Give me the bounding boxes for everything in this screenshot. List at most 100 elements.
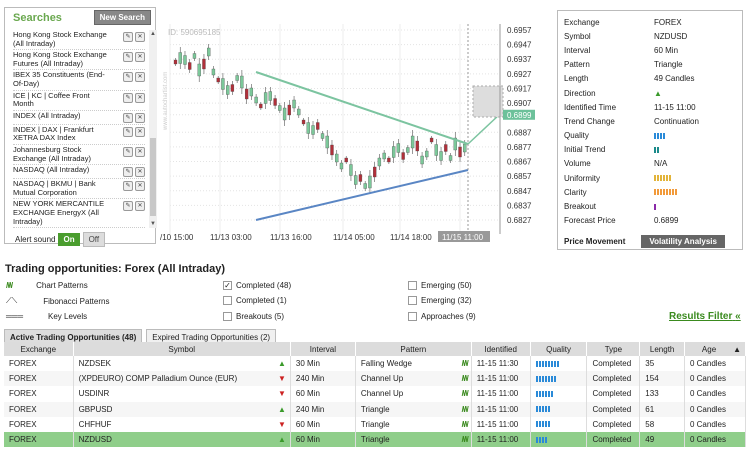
volatility-analysis-button[interactable]: Volatility Analysis bbox=[641, 235, 725, 248]
info-key: Volume bbox=[564, 159, 591, 169]
search-list-item[interactable]: ICE | KC | Coffee Front Month ✎ ✕ bbox=[13, 91, 145, 111]
delete-icon[interactable]: ✕ bbox=[135, 201, 145, 212]
table-row[interactable]: FOREX NZDSEK ▲ 30 Min Falling Wedge/\/\/11-1… bbox=[4, 356, 747, 372]
fibonacci-icon: ⟋⟍ bbox=[6, 296, 18, 305]
cell-type: Completed bbox=[586, 416, 641, 432]
cell-length: 133 bbox=[639, 386, 685, 402]
filter-breakouts[interactable]: Breakouts (5) bbox=[223, 312, 284, 321]
table-row[interactable]: FOREX USDINR ▼ 60 Min Channel Up/\/\/11-15 1… bbox=[4, 386, 747, 402]
edit-icon[interactable]: ✎ bbox=[123, 181, 133, 192]
delete-icon[interactable]: ✕ bbox=[135, 181, 145, 192]
col-exchange[interactable]: Exchange bbox=[4, 342, 74, 356]
table-row[interactable]: FOREX GBPUSD ▲ 240 Min Triangle/\/\/11-15 11… bbox=[4, 401, 747, 417]
search-list-item[interactable]: INDEX | DAX | Frankfurt XETRA DAX Index ✎… bbox=[13, 125, 145, 145]
alert-off-toggle[interactable]: Off bbox=[82, 232, 106, 247]
filter-emerging-32[interactable]: Emerging (32) bbox=[408, 296, 472, 305]
search-list-item[interactable]: Johannesburg Stock Exchange (All Intrada… bbox=[13, 144, 145, 166]
checkbox-icon[interactable] bbox=[223, 296, 232, 305]
alert-sound-label: Alert sound bbox=[15, 235, 56, 244]
search-list-item[interactable]: NEW YORK MERCANTILE EXCHANGE EnergyX (Al… bbox=[13, 199, 145, 228]
checkbox-checked-icon[interactable]: ✓ bbox=[223, 281, 232, 290]
price-tick-label: 0.6907 bbox=[507, 99, 532, 108]
edit-icon[interactable]: ✎ bbox=[123, 52, 133, 63]
cell-identified: 11-15 11:00 bbox=[471, 401, 531, 417]
candle bbox=[401, 152, 405, 160]
new-search-button[interactable]: New Search bbox=[93, 10, 151, 25]
info-value bbox=[654, 189, 736, 196]
delete-icon[interactable]: ✕ bbox=[135, 32, 145, 42]
price-chart[interactable]: ID: 590695185 www.autochartist.com 0.695… bbox=[160, 10, 548, 246]
checkbox-icon[interactable] bbox=[408, 312, 417, 321]
direction-up-icon: ▲ bbox=[278, 404, 286, 414]
legend-fibonacci: ⟋⟍ Fibonacci Patterns bbox=[6, 296, 110, 306]
edit-icon[interactable]: ✎ bbox=[123, 126, 133, 137]
table-row[interactable]: FOREX CHFHUF ▼ 60 Min Triangle/\/\/11-15 11:… bbox=[4, 416, 747, 432]
filter-approaches[interactable]: Approaches (9) bbox=[408, 312, 476, 321]
edit-icon[interactable]: ✎ bbox=[123, 201, 133, 212]
checkbox-icon[interactable] bbox=[408, 296, 417, 305]
col-type[interactable]: Type bbox=[586, 342, 641, 356]
edit-icon[interactable]: ✎ bbox=[123, 167, 133, 178]
edit-icon[interactable]: ✎ bbox=[123, 92, 133, 103]
col-quality[interactable]: Quality bbox=[530, 342, 588, 356]
scroll-thumb[interactable] bbox=[150, 138, 156, 216]
cell-exchange: FOREX bbox=[4, 356, 74, 372]
checkbox-icon[interactable] bbox=[223, 312, 232, 321]
search-list-item[interactable]: IBEX 35 Constituents (End-Of-Day) ✎ ✕ bbox=[13, 70, 145, 91]
delete-icon[interactable]: ✕ bbox=[135, 92, 145, 103]
search-list-scrollbar[interactable]: ▲ ▼ bbox=[149, 30, 157, 228]
chart-pattern-icon: /\/\/ bbox=[461, 389, 469, 399]
info-value: 49 Candles bbox=[654, 74, 695, 84]
col-identified[interactable]: Identified bbox=[471, 342, 531, 356]
info-key: Clarity bbox=[564, 187, 587, 197]
candle bbox=[382, 152, 386, 160]
scroll-down-arrow-icon[interactable]: ▼ bbox=[149, 220, 157, 228]
alert-on-toggle[interactable]: On bbox=[58, 233, 80, 246]
cell-interval: 60 Min bbox=[290, 416, 356, 432]
search-list-item[interactable]: NASDAQ (All Intraday) ✎ ✕ bbox=[13, 165, 145, 180]
sort-arrow-icon[interactable]: ▲ bbox=[733, 345, 741, 354]
col-pattern[interactable]: Pattern bbox=[355, 342, 472, 356]
checkbox-icon[interactable] bbox=[408, 281, 417, 290]
cell-quality bbox=[530, 416, 588, 432]
delete-icon[interactable]: ✕ bbox=[135, 72, 145, 83]
edit-icon[interactable]: ✎ bbox=[123, 146, 133, 157]
search-list-item[interactable]: Hong Kong Stock Exchange (All Intraday) ✎… bbox=[13, 30, 145, 51]
candle bbox=[425, 150, 429, 158]
info-key: Uniformity bbox=[564, 173, 601, 183]
edit-icon[interactable]: ✎ bbox=[123, 32, 133, 42]
table-row[interactable]: FOREX (XPDEURO) COMP Palladium Ounce (EUR… bbox=[4, 371, 747, 387]
delete-icon[interactable]: ✕ bbox=[135, 126, 145, 137]
col-length[interactable]: Length bbox=[639, 342, 685, 356]
price-tick-label: 0.6937 bbox=[507, 55, 532, 64]
opportunities-table: Exchange Symbol Interval Pattern Identif… bbox=[4, 342, 747, 448]
search-list-item[interactable]: INDEX (All Intraday) ✎ ✕ bbox=[13, 111, 145, 125]
edit-icon[interactable]: ✎ bbox=[123, 72, 133, 83]
search-list-item[interactable]: Hong Kong Stock Exchange Futures (All In… bbox=[13, 50, 145, 71]
results-filter-link[interactable]: Results Filter « bbox=[669, 311, 741, 322]
info-row-initial-trend: Initial Trend bbox=[564, 143, 736, 157]
col-interval[interactable]: Interval bbox=[290, 342, 356, 356]
search-list-item[interactable]: NASDAQ | BKMU | Bank Mutual Corporation ✎… bbox=[13, 179, 145, 200]
info-row-clarity: Clarity bbox=[564, 185, 736, 199]
cell-symbol: (XPDEURO) COMP Palladium Ounce (EUR) ▼ bbox=[73, 371, 291, 387]
rating-bar bbox=[663, 189, 665, 196]
col-symbol[interactable]: Symbol bbox=[73, 342, 291, 356]
scroll-up-arrow-icon[interactable]: ▲ bbox=[149, 30, 157, 38]
filter-completed-48[interactable]: ✓ Completed (48) bbox=[223, 281, 291, 290]
rating-bar bbox=[660, 175, 662, 182]
filter-emerging-50[interactable]: Emerging (50) bbox=[408, 281, 472, 290]
delete-icon[interactable]: ✕ bbox=[135, 112, 145, 123]
col-age[interactable]: Age ▲ bbox=[684, 342, 747, 356]
candle bbox=[282, 107, 287, 121]
search-item-label: Johannesburg Stock Exchange (All Intrada… bbox=[13, 144, 91, 163]
delete-icon[interactable]: ✕ bbox=[135, 52, 145, 63]
candle bbox=[391, 146, 396, 158]
table-row[interactable]: FOREX NZDUSD ▲ 60 Min Triangle/\/\/11-15 11:… bbox=[4, 431, 747, 448]
candle bbox=[287, 104, 291, 116]
edit-icon[interactable]: ✎ bbox=[123, 112, 133, 123]
delete-icon[interactable]: ✕ bbox=[135, 146, 145, 157]
cell-symbol: CHFHUF ▼ bbox=[73, 416, 291, 432]
filter-completed-1[interactable]: Completed (1) bbox=[223, 296, 287, 305]
delete-icon[interactable]: ✕ bbox=[135, 167, 145, 178]
